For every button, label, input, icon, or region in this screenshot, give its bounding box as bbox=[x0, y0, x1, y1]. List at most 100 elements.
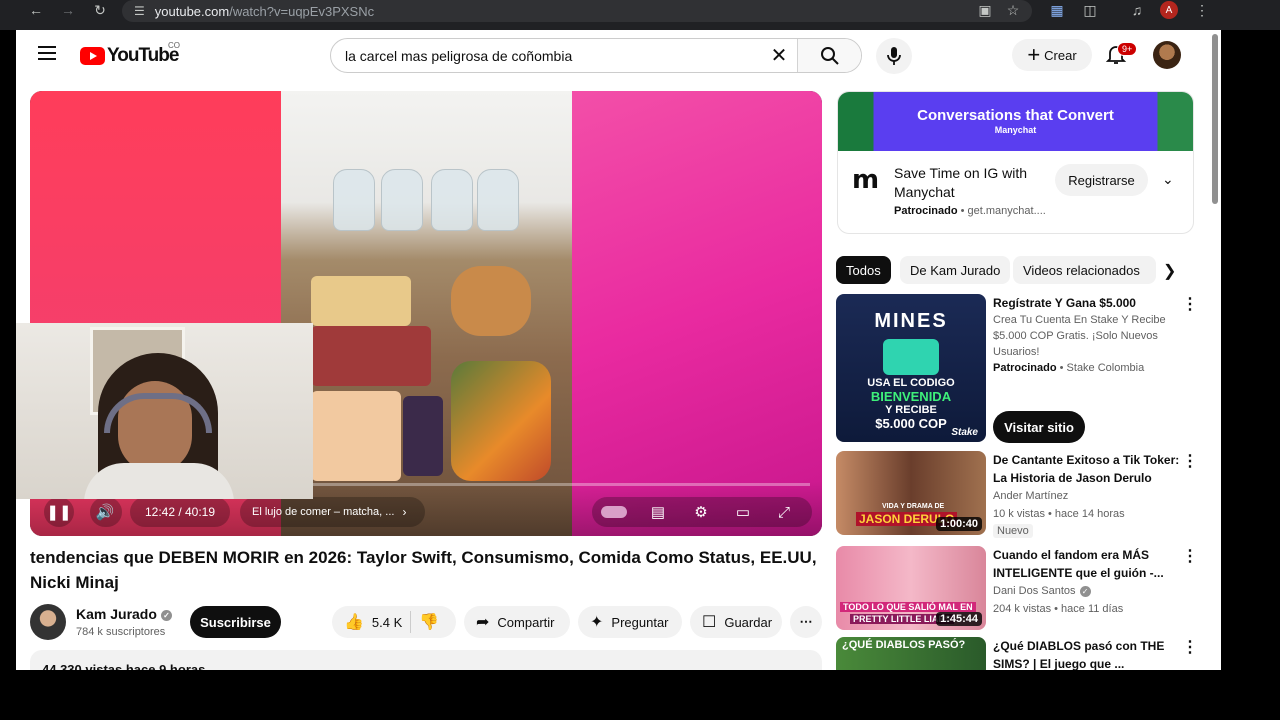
thumbnail[interactable]: MINES USA EL CODIGO BIENVENIDA Y RECIBE … bbox=[836, 294, 986, 442]
forward-icon[interactable]: → bbox=[54, 0, 82, 20]
thumb-caption-small: VIDA Y DRAMA DE bbox=[882, 503, 945, 510]
description-box[interactable]: 44.330 vistas hace 9 horas bbox=[30, 650, 822, 670]
more-icon: ⋯ bbox=[799, 614, 813, 629]
sponsored-recommendation[interactable]: MINES USA EL CODIGO BIENVENIDA Y RECIBE … bbox=[836, 294, 1198, 444]
chevron-right-icon[interactable]: ❯ bbox=[1163, 261, 1176, 281]
chip-de-kam-jurado[interactable]: De Kam Jurado bbox=[900, 256, 1011, 284]
rec-advertiser: Stake Colombia bbox=[1066, 362, 1145, 374]
subscribe-button[interactable]: Suscribirse bbox=[190, 606, 281, 638]
rec-description: Crea Tu Cuenta En Stake Y Recibe $5.000 … bbox=[993, 314, 1166, 358]
channel-avatar[interactable] bbox=[30, 604, 66, 640]
like-dislike-group: 👍 5.4 K 👎 bbox=[332, 606, 456, 638]
thumbnail[interactable]: VIDA Y DRAMA DE JASON DERULO 1:00:40 bbox=[836, 451, 986, 535]
plus-icon: + bbox=[1027, 42, 1041, 67]
play-pause-button[interactable]: ❚❚ bbox=[44, 497, 74, 527]
share-button[interactable]: ➦ Compartir bbox=[464, 606, 570, 638]
rec-channel: Dani Dos Santos ✓ bbox=[993, 583, 1175, 599]
dislike-icon[interactable]: 👎 bbox=[419, 612, 439, 632]
recommendation[interactable]: ¿QUÉ DIABLOS PASÓ? ¿Qué DIABLOS pasó con… bbox=[836, 637, 1198, 670]
extension-translate-icon[interactable]: ▦ bbox=[1047, 2, 1067, 19]
star-icon[interactable]: ☆ bbox=[1003, 2, 1023, 19]
rec-title[interactable]: De Cantante Exitoso a Tik Toker: La Hist… bbox=[993, 451, 1183, 487]
time-display: 12:42 / 40:19 bbox=[130, 497, 230, 527]
site-info-icon[interactable]: ☰ bbox=[134, 4, 145, 18]
autoplay-toggle-icon[interactable] bbox=[592, 497, 636, 527]
clear-search-icon[interactable]: ✕ bbox=[761, 43, 797, 68]
more-icon[interactable]: ⋮ bbox=[1182, 451, 1198, 471]
food-shape bbox=[451, 266, 531, 336]
chapter-button[interactable]: El lujo de comer – matcha, ... › bbox=[240, 497, 425, 527]
ask-button[interactable]: ✦ Preguntar bbox=[578, 606, 682, 638]
chip-videos-relacionados[interactable]: Videos relacionados bbox=[1013, 256, 1156, 284]
search-input[interactable]: la carcel mas peligrosa de coñombia bbox=[331, 48, 761, 64]
food-shape bbox=[311, 276, 411, 326]
fullscreen-icon[interactable]: ⤢ bbox=[764, 497, 804, 527]
rec-title[interactable]: Regístrate Y Gana $5.000 bbox=[993, 294, 1183, 312]
description-preview: 44.330 vistas hace 9 horas bbox=[42, 662, 206, 670]
more-actions-button[interactable]: ⋯ bbox=[790, 606, 822, 638]
more-icon[interactable]: ⋮ bbox=[1182, 546, 1198, 566]
bottle-shape bbox=[381, 169, 423, 231]
install-icon[interactable]: ▣ bbox=[975, 2, 995, 19]
scrollbar-thumb[interactable] bbox=[1212, 34, 1218, 204]
address-bar[interactable]: ☰ youtube.com/watch?v=uqpEv3PXSNc bbox=[122, 0, 1032, 22]
more-icon[interactable]: ⋮ bbox=[1182, 637, 1198, 657]
like-icon[interactable]: 👍 bbox=[344, 612, 364, 632]
ad-title[interactable]: Save Time on IG with Manychat bbox=[894, 164, 1044, 202]
settings-icon[interactable]: ⚙ bbox=[680, 497, 722, 527]
notification-count-badge: 9+ bbox=[1117, 42, 1138, 56]
person-shirt bbox=[84, 463, 234, 499]
rec-sponsored: Patrocinado bbox=[993, 362, 1057, 374]
subtitles-icon[interactable]: ▤ bbox=[636, 497, 680, 527]
extensions-icon[interactable]: ◫ bbox=[1080, 2, 1100, 19]
youtube-logo[interactable]: YouTube bbox=[80, 45, 179, 67]
food-shape bbox=[403, 396, 443, 476]
food-shape bbox=[311, 391, 401, 481]
visit-site-button[interactable]: Visitar sitio bbox=[993, 411, 1085, 443]
rec-title[interactable]: ¿Qué DIABLOS pasó con THE SIMS? | El jue… bbox=[993, 637, 1183, 670]
save-button[interactable]: ☐ Guardar bbox=[690, 606, 782, 638]
volume-button[interactable]: 🔊 bbox=[90, 497, 122, 527]
browser-menu-icon[interactable]: ⋮ bbox=[1192, 2, 1212, 19]
thumbnail[interactable]: TODO LO QUE SALIÓ MAL EN PRETTY LITTLE L… bbox=[836, 546, 986, 630]
media-icon[interactable]: ♫ bbox=[1127, 2, 1147, 18]
verified-icon: ✓ bbox=[1079, 585, 1091, 597]
recommendation[interactable]: TODO LO QUE SALIÓ MAL EN PRETTY LITTLE L… bbox=[836, 546, 1198, 631]
chevron-down-icon[interactable]: ⌄ bbox=[1162, 171, 1174, 188]
rec-channel: Ander Martínez bbox=[993, 488, 1175, 504]
recommendation[interactable]: VIDA Y DRAMA DE JASON DERULO 1:00:40 De … bbox=[836, 451, 1198, 538]
duration-badge: 1:00:40 bbox=[936, 517, 982, 531]
search-icon bbox=[820, 46, 839, 65]
rec-title[interactable]: Cuando el fandom era MÁS INTELIGENTE que… bbox=[993, 546, 1183, 582]
chip-todos[interactable]: Todos bbox=[836, 256, 891, 284]
search-box: la carcel mas peligrosa de coñombia ✕ bbox=[330, 38, 862, 73]
country-code: CO bbox=[168, 41, 180, 50]
channel-name[interactable]: Kam Jurado ✓ bbox=[76, 606, 172, 622]
more-icon[interactable]: ⋮ bbox=[1182, 294, 1198, 314]
like-count[interactable]: 5.4 K bbox=[372, 615, 402, 630]
menu-icon[interactable] bbox=[38, 46, 56, 60]
search-button[interactable] bbox=[797, 39, 861, 72]
voice-search-button[interactable] bbox=[876, 38, 912, 74]
manychat-logo: m bbox=[852, 165, 880, 195]
chapter-title: El lujo de comer – matcha, ... bbox=[252, 506, 395, 518]
theater-icon[interactable]: ▭ bbox=[722, 497, 764, 527]
youtube-play-icon bbox=[80, 47, 105, 65]
ad-banner[interactable]: Conversations that Convert Manychat bbox=[838, 92, 1193, 151]
video-frame-groceries bbox=[281, 91, 572, 536]
thumb-title: MINES bbox=[874, 310, 948, 332]
thumb-text: BIENVENIDA bbox=[870, 389, 952, 404]
masthead: YouTube CO la carcel mas peligrosa de co… bbox=[16, 30, 1221, 80]
register-button[interactable]: Registrarse bbox=[1055, 164, 1148, 196]
reload-icon[interactable]: ↻ bbox=[86, 0, 114, 20]
create-button[interactable]: + Crear bbox=[1012, 39, 1092, 71]
back-icon[interactable]: ← bbox=[22, 0, 50, 20]
profile-avatar[interactable]: A bbox=[1160, 1, 1178, 19]
rec-sponsor-line: Patrocinado • Stake Colombia bbox=[993, 362, 1145, 374]
thumbnail[interactable]: ¿QUÉ DIABLOS PASÓ? bbox=[836, 637, 986, 670]
account-avatar[interactable] bbox=[1153, 41, 1181, 69]
thumb-text: Y RECIBE bbox=[885, 404, 937, 416]
ask-label: Preguntar bbox=[611, 614, 669, 630]
thumb-gem-shape bbox=[883, 339, 939, 375]
food-shape bbox=[451, 361, 551, 481]
